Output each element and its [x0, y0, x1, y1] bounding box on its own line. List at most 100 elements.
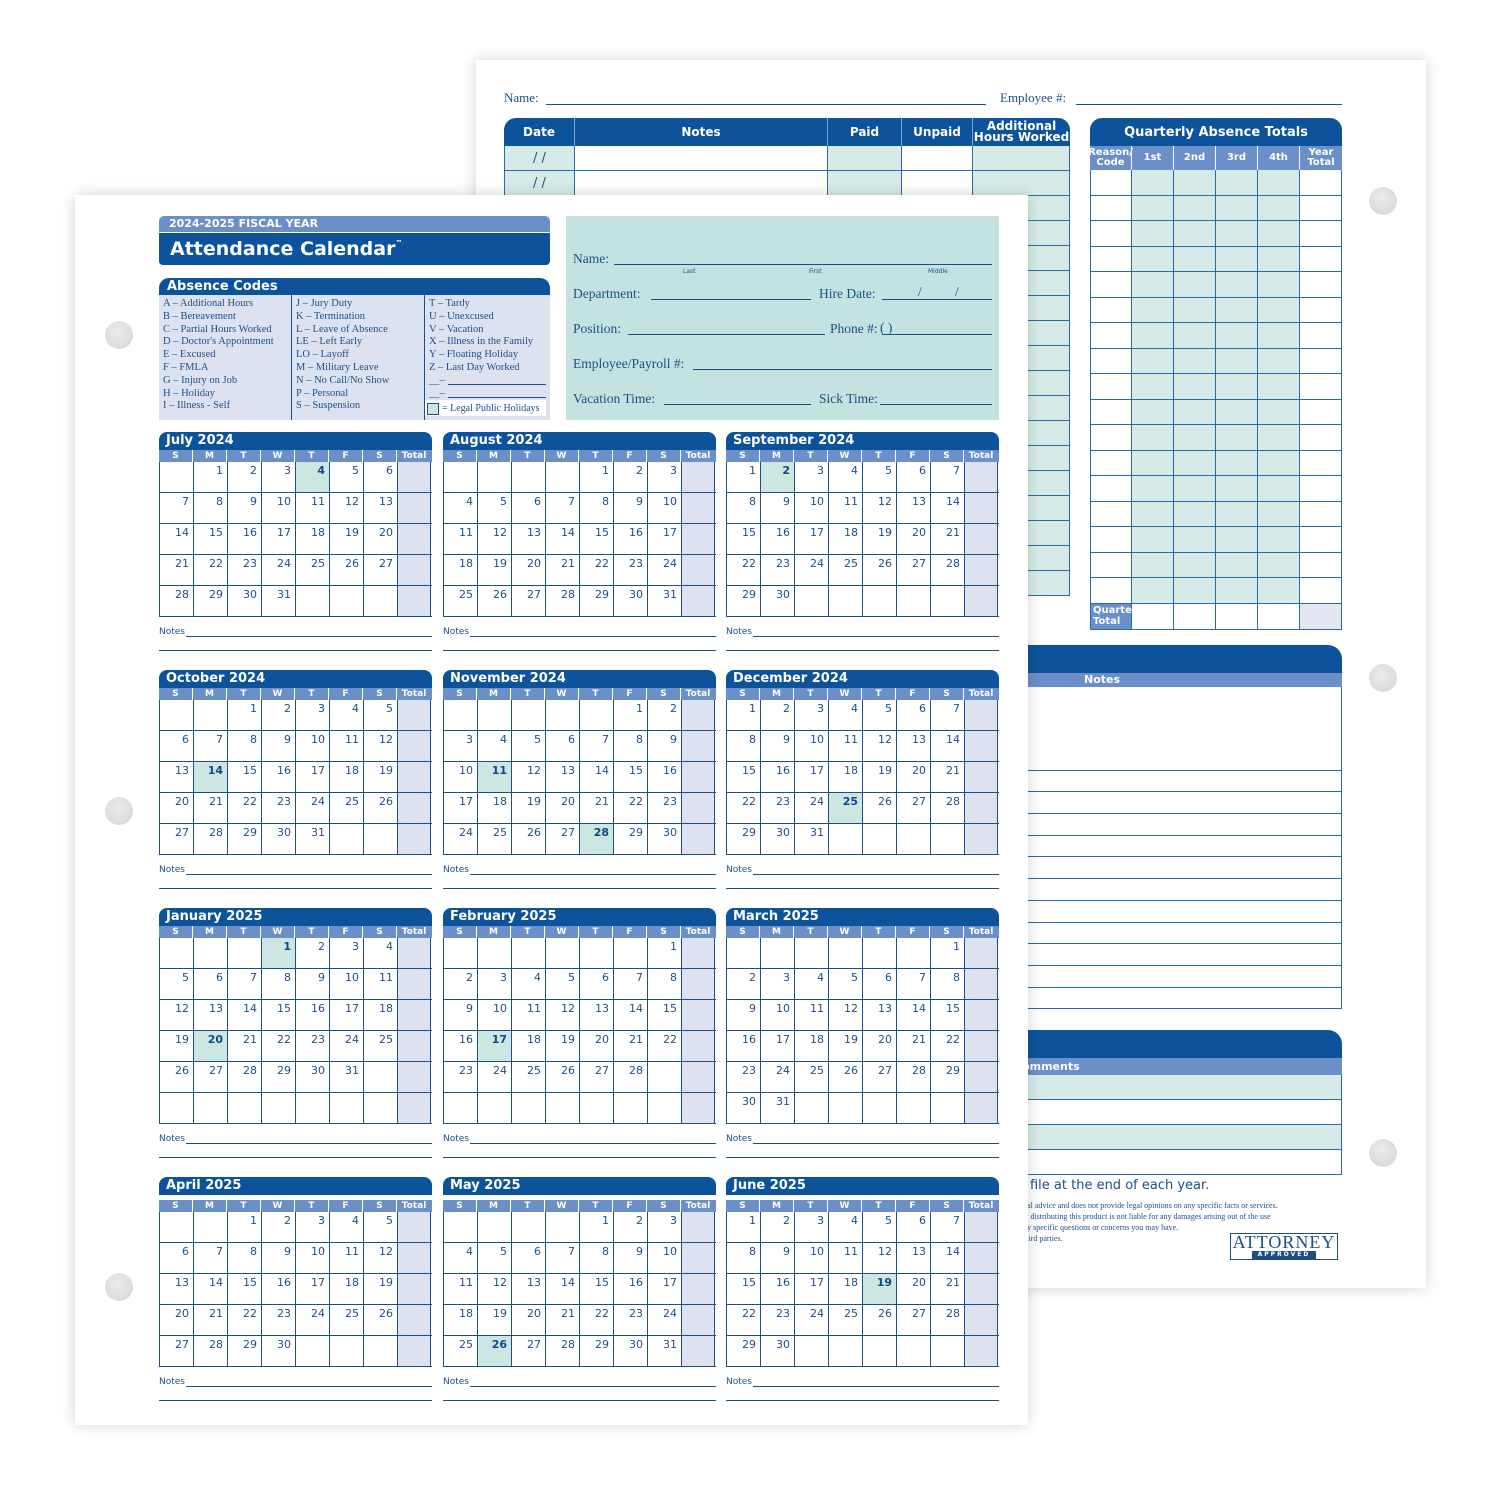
notes-line[interactable] — [1006, 687, 1342, 749]
day-cell[interactable]: 23 — [648, 793, 682, 823]
week-total-cell[interactable] — [682, 1243, 715, 1273]
day-cell[interactable]: 29 — [228, 824, 262, 854]
day-cell[interactable]: 6 — [160, 731, 194, 761]
week-total-cell[interactable] — [965, 493, 998, 523]
day-cell[interactable]: 20 — [160, 1305, 194, 1335]
day-cell[interactable]: 17 — [795, 762, 829, 792]
week-total-cell[interactable] — [682, 1031, 715, 1061]
year-total-cell[interactable] — [1300, 323, 1342, 348]
day-cell[interactable]: 26 — [364, 1305, 398, 1335]
quarter-cell[interactable] — [1132, 552, 1174, 577]
day-cell[interactable]: 13 — [897, 1243, 931, 1273]
day-cell[interactable]: 11 — [444, 1274, 478, 1304]
week-total-cell[interactable] — [398, 1000, 431, 1030]
day-cell[interactable]: 11 — [444, 524, 478, 554]
day-cell[interactable]: 5 — [478, 493, 512, 523]
holiday-day-cell[interactable]: 1 — [262, 938, 296, 968]
blank-code-line[interactable] — [447, 390, 546, 398]
day-cell[interactable]: 19 — [829, 1031, 863, 1061]
day-cell[interactable]: 3 — [330, 938, 364, 968]
day-cell[interactable]: 18 — [364, 1000, 398, 1030]
day-cell[interactable]: 14 — [580, 762, 614, 792]
week-total-cell[interactable] — [965, 1031, 998, 1061]
day-cell[interactable]: 14 — [546, 1274, 580, 1304]
day-cell[interactable]: 24 — [330, 1031, 364, 1061]
quarter-cell[interactable] — [1258, 246, 1300, 271]
week-total-cell[interactable] — [682, 1000, 715, 1030]
quarter-cell[interactable] — [1132, 323, 1174, 348]
day-cell[interactable]: 29 — [727, 586, 761, 616]
day-cell[interactable]: 6 — [512, 493, 546, 523]
day-cell[interactable]: 21 — [580, 793, 614, 823]
week-total-cell[interactable] — [398, 969, 431, 999]
day-cell[interactable] — [296, 1093, 330, 1123]
quarter-cell[interactable] — [1258, 450, 1300, 475]
day-cell[interactable]: 19 — [364, 1274, 398, 1304]
day-cell[interactable]: 12 — [863, 1243, 897, 1273]
day-cell[interactable]: 18 — [829, 762, 863, 792]
quarter-cell[interactable] — [1174, 374, 1216, 399]
week-total-cell[interactable] — [682, 1336, 715, 1366]
notes-line[interactable] — [470, 865, 716, 875]
day-cell[interactable]: 11 — [795, 1000, 829, 1030]
day-cell[interactable]: 7 — [931, 462, 965, 492]
year-total-cell[interactable] — [1300, 195, 1342, 220]
day-cell[interactable]: 12 — [478, 1274, 512, 1304]
day-cell[interactable]: 9 — [614, 1243, 648, 1273]
quarter-total-cell[interactable] — [1258, 603, 1300, 629]
day-cell[interactable]: 25 — [829, 555, 863, 585]
day-cell[interactable]: 27 — [364, 555, 398, 585]
day-cell[interactable] — [546, 1093, 580, 1123]
day-cell[interactable]: 7 — [614, 969, 648, 999]
day-cell[interactable]: 30 — [761, 1336, 795, 1366]
week-total-cell[interactable] — [682, 969, 715, 999]
week-total-cell[interactable] — [965, 586, 998, 616]
week-total-cell[interactable] — [398, 462, 431, 492]
day-cell[interactable] — [829, 938, 863, 968]
day-cell[interactable]: 2 — [761, 700, 795, 730]
day-cell[interactable]: 13 — [580, 1000, 614, 1030]
day-cell[interactable]: 25 — [364, 1031, 398, 1061]
week-total-cell[interactable] — [682, 1274, 715, 1304]
day-cell[interactable]: 8 — [614, 731, 648, 761]
quarter-cell[interactable] — [1258, 476, 1300, 501]
day-cell[interactable]: 1 — [580, 462, 614, 492]
day-cell[interactable] — [931, 1336, 965, 1366]
day-cell[interactable] — [829, 824, 863, 854]
day-cell[interactable] — [512, 938, 546, 968]
day-cell[interactable]: 15 — [228, 762, 262, 792]
quarter-cell[interactable] — [1216, 246, 1258, 271]
day-cell[interactable]: 24 — [296, 793, 330, 823]
week-total-cell[interactable] — [682, 493, 715, 523]
day-cell[interactable]: 19 — [364, 762, 398, 792]
day-cell[interactable]: 1 — [194, 462, 228, 492]
day-cell[interactable]: 3 — [761, 969, 795, 999]
notes-line[interactable] — [1006, 770, 1342, 793]
week-total-cell[interactable] — [965, 462, 998, 492]
day-cell[interactable]: 22 — [194, 555, 228, 585]
day-cell[interactable] — [478, 462, 512, 492]
day-cell[interactable] — [512, 1093, 546, 1123]
day-cell[interactable]: 16 — [262, 1274, 296, 1304]
day-cell[interactable]: 19 — [478, 555, 512, 585]
day-cell[interactable]: 1 — [727, 1212, 761, 1242]
day-cell[interactable] — [795, 586, 829, 616]
day-cell[interactable]: 10 — [795, 731, 829, 761]
day-cell[interactable]: 16 — [761, 524, 795, 554]
day-cell[interactable]: 23 — [444, 1062, 478, 1092]
day-cell[interactable] — [648, 1062, 682, 1092]
week-total-cell[interactable] — [398, 700, 431, 730]
day-cell[interactable]: 11 — [829, 1243, 863, 1273]
year-total-cell[interactable] — [1300, 425, 1342, 450]
day-cell[interactable] — [478, 1212, 512, 1242]
notes-line[interactable] — [470, 1377, 716, 1387]
reason-code-cell[interactable] — [1090, 272, 1132, 297]
day-cell[interactable]: 24 — [262, 555, 296, 585]
quarter-cell[interactable] — [1174, 425, 1216, 450]
quarter-cell[interactable] — [1174, 221, 1216, 246]
day-cell[interactable]: 29 — [727, 1336, 761, 1366]
day-cell[interactable]: 16 — [262, 762, 296, 792]
year-total-cell[interactable] — [1300, 527, 1342, 552]
quarter-cell[interactable] — [1216, 476, 1258, 501]
day-cell[interactable]: 6 — [897, 700, 931, 730]
